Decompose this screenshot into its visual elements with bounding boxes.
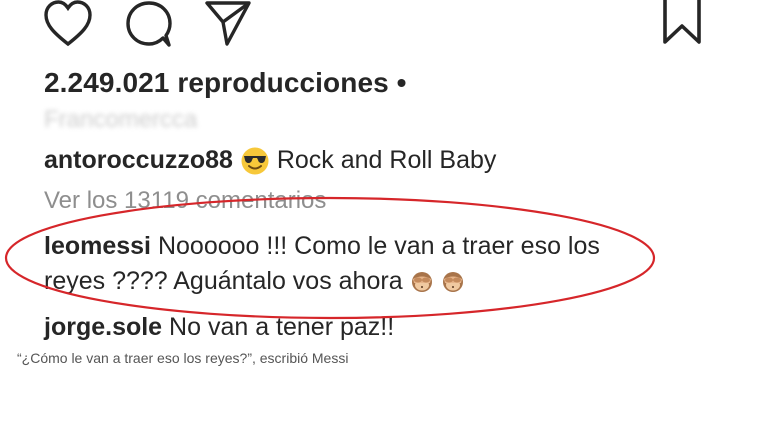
comment-text: No van a tener paz!! [169,313,395,341]
views-count: 2.249.021 reproducciones • [44,67,407,98]
comment-jorge-sole: jorge.sole No van a tener paz!! [44,309,394,345]
post-caption: antoroccuzzo88 Rock and Roll Baby [44,142,496,178]
bookmark-icon[interactable] [662,0,702,46]
instagram-post-screenshot: 2.249.021 reproducciones • Francomercca … [0,0,770,348]
comment-leomessi-line2: reyes ???? Aguántalo vos ahora [44,263,465,299]
heart-icon[interactable] [44,0,92,47]
comment-leomessi: leomessi Noooooo !!! Como le van a traer… [44,228,600,264]
share-icon[interactable] [205,0,251,46]
comment-icon[interactable] [125,0,173,48]
see-no-evil-monkey-icon [441,270,465,294]
image-caption: “¿Cómo le van a traer eso los reyes?”, e… [17,350,349,366]
faded-line: Francomercca [44,106,198,133]
sunglasses-emoji-icon [240,146,270,176]
caption-username[interactable]: antoroccuzzo88 [44,146,233,174]
view-all-comments-link[interactable]: Ver los 13119 comentarios [44,187,326,215]
see-no-evil-monkey-icon [410,270,434,294]
comment-username[interactable]: jorge.sole [44,313,162,341]
comment-text-line1: Noooooo !!! Como le van a traer eso los [157,232,600,260]
comment-username[interactable]: leomessi [44,232,151,260]
caption-text: Rock and Roll Baby [276,146,497,174]
comment-text-line2: reyes ???? Aguántalo vos ahora [44,267,403,295]
